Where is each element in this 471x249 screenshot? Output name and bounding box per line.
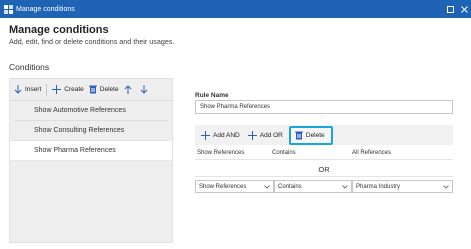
page-subtitle: Add, edit, find or delete conditions and… bbox=[9, 37, 175, 46]
arrow-down-icon bbox=[14, 85, 22, 94]
page-header: Manage conditions Add, edit, find or del… bbox=[9, 24, 174, 46]
value-select[interactable]: Pharma Industry bbox=[352, 180, 453, 193]
rule-toolbar: Add AND Add OR Delete bbox=[195, 125, 453, 145]
list-item-label: Show Automotive References bbox=[34, 107, 126, 114]
field-select[interactable]: Show References bbox=[195, 180, 274, 193]
create-button[interactable]: Create bbox=[52, 85, 84, 94]
plus-icon bbox=[201, 130, 210, 140]
add-or-button[interactable]: Add OR bbox=[247, 130, 283, 140]
column-header-field: Show References bbox=[197, 150, 245, 156]
add-and-button[interactable]: Add AND bbox=[201, 130, 240, 140]
chevron-down-icon bbox=[443, 185, 449, 189]
delete-condition-button[interactable]: Delete bbox=[88, 85, 119, 94]
rule-name-value: Show Pharma References bbox=[200, 104, 271, 110]
move-up-button[interactable] bbox=[124, 85, 135, 94]
page-title: Manage conditions bbox=[9, 24, 109, 36]
delete-rule-button[interactable]: Delete bbox=[288, 125, 333, 145]
maximize-icon bbox=[446, 5, 454, 13]
conditions-label: Conditions bbox=[9, 62, 50, 72]
conditions-panel: Insert Create Delete Show Automotive Ref… bbox=[9, 78, 173, 243]
divider bbox=[195, 176, 453, 177]
list-item-label: Show Consulting References bbox=[34, 127, 125, 134]
conditions-list: Show Automotive References Show Consulti… bbox=[10, 101, 172, 161]
list-item[interactable]: Show Automotive References bbox=[14, 101, 168, 121]
delete-rule-label: Delete bbox=[305, 131, 325, 139]
arrow-down-icon bbox=[140, 85, 147, 94]
create-label: Create bbox=[64, 86, 84, 93]
operator-select-value: Contains bbox=[278, 183, 302, 190]
trash-icon bbox=[294, 131, 303, 139]
trash-icon bbox=[88, 85, 97, 94]
column-header-value: All References bbox=[352, 150, 392, 156]
field-select-value: Show References bbox=[199, 183, 247, 190]
column-header-operator: Contains bbox=[272, 150, 296, 156]
insert-button[interactable]: Insert bbox=[14, 85, 41, 94]
rule-name-label: Rule Name bbox=[195, 92, 229, 99]
or-label: OR bbox=[318, 165, 330, 174]
close-button[interactable] bbox=[457, 0, 471, 18]
rule-name-input[interactable]: Show Pharma References bbox=[195, 100, 453, 114]
list-item-selected[interactable]: Show Pharma References bbox=[10, 141, 172, 161]
chevron-down-icon bbox=[264, 185, 270, 189]
arrow-up-icon bbox=[124, 85, 131, 94]
window-title: Manage conditions bbox=[16, 5, 75, 13]
title-bar: Manage conditions bbox=[0, 0, 471, 18]
operator-select[interactable]: Contains bbox=[274, 180, 352, 193]
insert-label: Insert bbox=[25, 86, 42, 93]
toolbar-divider bbox=[46, 83, 48, 96]
app-icon bbox=[4, 4, 13, 14]
add-or-label: Add OR bbox=[259, 131, 283, 139]
chevron-down-icon bbox=[342, 185, 348, 189]
list-item-label: Show Pharma References bbox=[34, 147, 116, 154]
conditions-toolbar: Insert Create Delete bbox=[10, 79, 172, 101]
rule-row: Show References Contains Pharma Industry bbox=[195, 180, 453, 193]
add-and-label: Add AND bbox=[213, 131, 240, 139]
plus-icon bbox=[52, 85, 62, 94]
plus-icon bbox=[247, 130, 257, 140]
maximize-button[interactable] bbox=[443, 0, 457, 18]
value-select-value: Pharma Industry bbox=[356, 183, 401, 190]
move-down-button[interactable] bbox=[140, 85, 151, 94]
close-icon bbox=[460, 5, 468, 13]
delete-label: Delete bbox=[99, 86, 119, 93]
list-item[interactable]: Show Consulting References bbox=[14, 121, 168, 141]
divider bbox=[195, 159, 453, 160]
